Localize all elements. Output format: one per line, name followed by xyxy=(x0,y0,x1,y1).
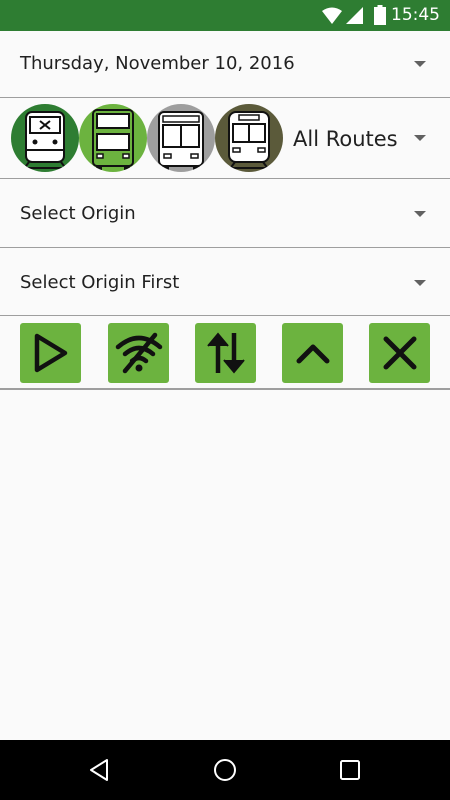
double-decker-bus-icon[interactable] xyxy=(79,104,147,172)
back-icon[interactable] xyxy=(88,758,110,782)
swap-vertical-icon xyxy=(206,332,245,374)
light-rail-icon[interactable] xyxy=(215,104,283,172)
destination-value: Select Origin First xyxy=(20,272,180,293)
recents-icon[interactable] xyxy=(339,759,361,781)
commuter-train-icon[interactable] xyxy=(11,104,79,172)
wifi-off-icon xyxy=(115,332,162,374)
action-toolbar xyxy=(0,316,450,390)
swap-direction-button[interactable] xyxy=(195,323,256,383)
destination-selector[interactable]: Select Origin First xyxy=(0,248,450,316)
collapse-button[interactable] xyxy=(282,323,343,383)
route-selector[interactable]: All Routes xyxy=(0,98,450,179)
close-icon xyxy=(383,336,416,370)
city-bus-icon[interactable] xyxy=(147,104,215,172)
origin-value: Select Origin xyxy=(20,203,136,224)
dropdown-arrow-icon xyxy=(414,61,426,67)
status-bar: 15:45 xyxy=(0,0,450,31)
cell-signal-icon xyxy=(346,7,363,24)
home-icon[interactable] xyxy=(213,758,237,782)
dropdown-arrow-icon xyxy=(414,211,426,217)
origin-selector[interactable]: Select Origin xyxy=(0,179,450,248)
date-value: Thursday, November 10, 2016 xyxy=(20,53,295,74)
status-time: 15:45 xyxy=(391,5,440,25)
play-icon xyxy=(34,333,67,373)
wifi-icon xyxy=(322,7,342,24)
results-area xyxy=(0,390,450,740)
wifi-off-button[interactable] xyxy=(108,323,169,383)
dropdown-arrow-icon xyxy=(414,135,426,141)
play-button[interactable] xyxy=(20,323,81,383)
date-selector[interactable]: Thursday, November 10, 2016 xyxy=(0,31,450,98)
battery-icon xyxy=(374,5,386,25)
dropdown-arrow-icon xyxy=(414,280,426,286)
navigation-bar xyxy=(0,740,450,800)
route-value: All Routes xyxy=(293,127,398,151)
clear-button[interactable] xyxy=(369,323,430,383)
chevron-up-icon xyxy=(296,344,329,364)
